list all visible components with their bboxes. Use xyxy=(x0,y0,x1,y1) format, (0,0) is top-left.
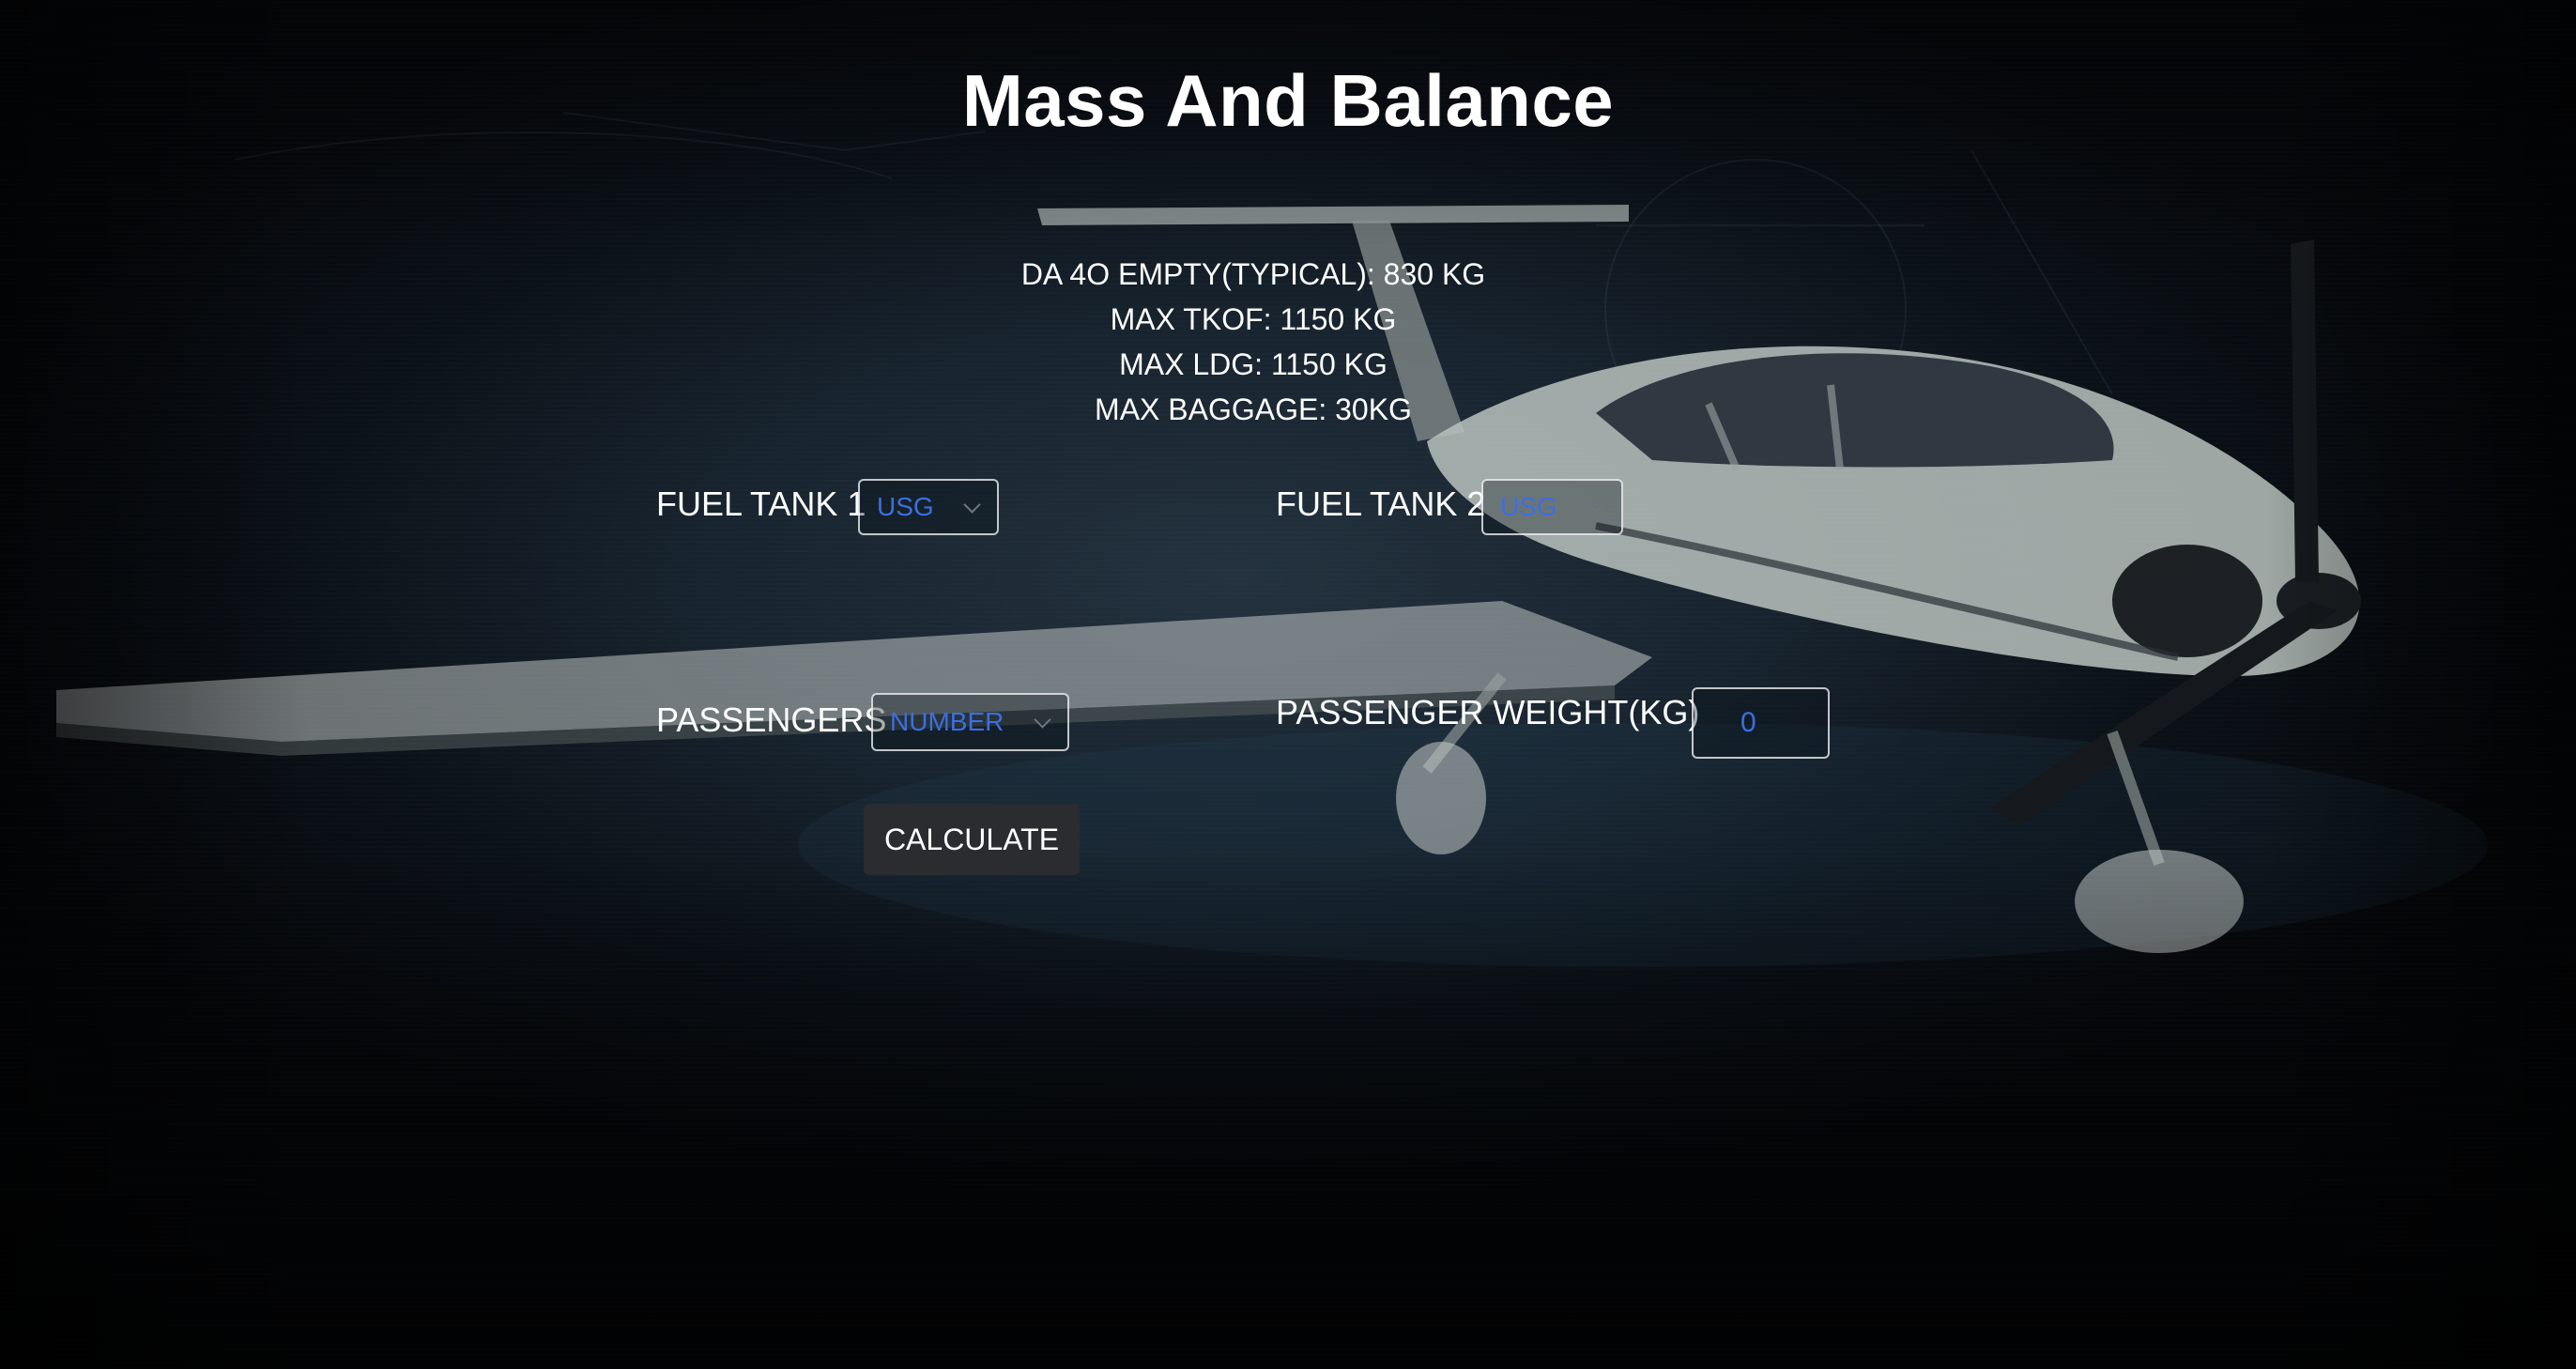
fuel-tank-1-select[interactable]: USG xyxy=(858,479,999,535)
passengers-label: PASSENGERS xyxy=(656,700,887,739)
fuel-tank-2-label: FUEL TANK 2 xyxy=(1276,485,1486,523)
empty-weight-text: DA 4O EMPTY(TYPICAL): 830 KG xyxy=(1020,257,1486,291)
passengers-select[interactable]: NUMBER xyxy=(871,693,1069,751)
page-title: Mass And Balance xyxy=(961,59,1615,142)
chevron-down-icon xyxy=(963,496,981,514)
chevron-down-icon xyxy=(1034,711,1051,729)
calculate-button[interactable]: CALCULATE xyxy=(864,804,1080,875)
max-landing-text: MAX LDG: 1150 KG xyxy=(1119,347,1388,381)
fuel-tank-2-select[interactable]: USG xyxy=(1481,479,1623,535)
max-baggage-text: MAX BAGGAGE: 30KG xyxy=(1095,392,1412,426)
passenger-weight-label: PASSENGER WEIGHT(KG) xyxy=(1276,693,1700,731)
max-takeoff-text: MAX TKOF: 1150 KG xyxy=(1110,302,1397,336)
chevron-down-icon xyxy=(1587,496,1605,514)
passengers-value: NUMBER xyxy=(890,707,1004,736)
fuel-tank-2-value: USG xyxy=(1500,492,1557,521)
aircraft-specs: DA 4O EMPTY(TYPICAL): 830 KG MAX TKOF: 1… xyxy=(0,252,2507,432)
background-aircraft-image xyxy=(0,0,2576,1369)
fuel-tank-1-value: USG xyxy=(877,492,934,521)
fuel-tank-1-label: FUEL TANK 1 xyxy=(656,485,866,523)
passenger-weight-input[interactable] xyxy=(1692,687,1830,759)
